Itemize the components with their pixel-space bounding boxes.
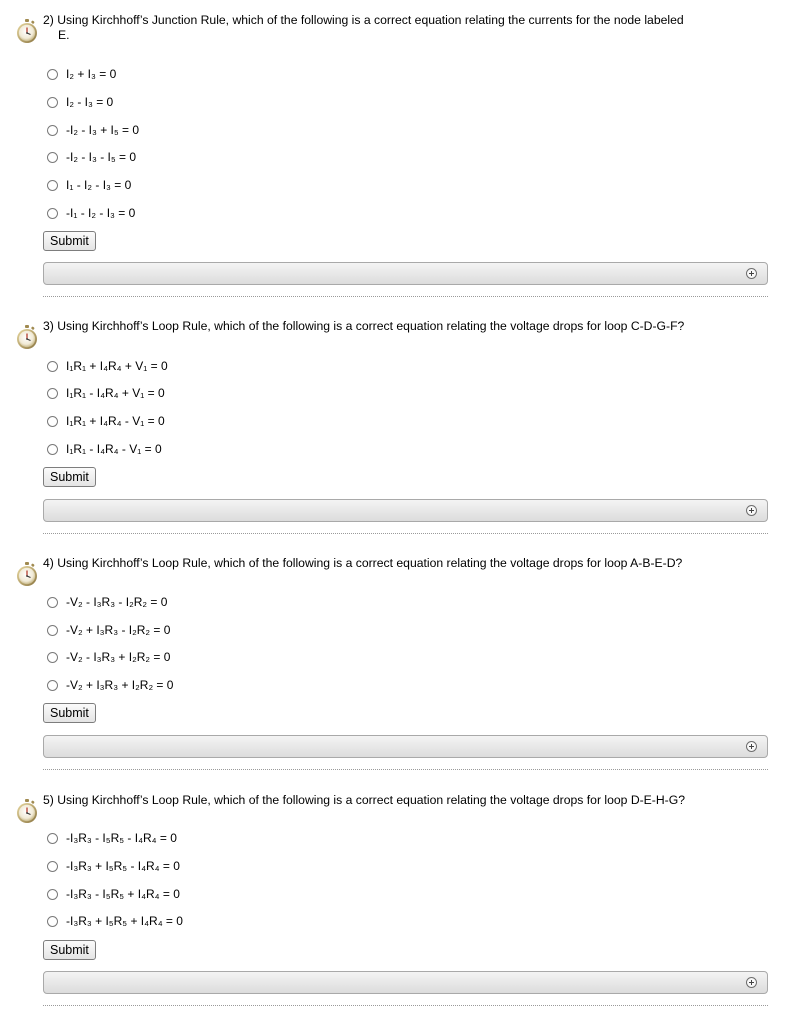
plus-circle-icon[interactable] xyxy=(746,977,757,988)
answer-option[interactable]: I₁R₁ - I₄R₄ - V₁ = 0 xyxy=(47,441,162,457)
divider xyxy=(43,296,768,297)
question-text-line1: 3) Using Kirchhoff’s Loop Rule, which of… xyxy=(43,319,685,333)
plus-circle-icon[interactable] xyxy=(746,268,757,279)
radio-button[interactable] xyxy=(47,888,58,900)
question-text: 3) Using Kirchhoff’s Loop Rule, which of… xyxy=(43,319,773,334)
option-label: -I₁ - I₂ - I₃ = 0 xyxy=(66,206,136,220)
answer-option[interactable]: -I₃R₃ + I₅R₅ + I₄R₄ = 0 xyxy=(47,913,183,929)
radio-button[interactable] xyxy=(47,360,58,372)
radio-button[interactable] xyxy=(47,68,58,80)
radio-button[interactable] xyxy=(47,179,58,191)
stopwatch-icon xyxy=(14,798,40,824)
answer-option[interactable]: I₁R₁ + I₄R₄ + V₁ = 0 xyxy=(47,358,168,374)
radio-button[interactable] xyxy=(47,207,58,219)
question-text: 2) Using Kirchhoff’s Junction Rule, whic… xyxy=(43,13,773,43)
radio-button[interactable] xyxy=(47,915,58,927)
stopwatch-icon xyxy=(14,18,40,44)
option-label: -V₂ - I₃R₃ + I₂R₂ = 0 xyxy=(66,650,171,664)
answer-option[interactable]: -V₂ + I₃R₃ - I₂R₂ = 0 xyxy=(47,622,170,638)
option-label: -V₂ + I₃R₃ + I₂R₂ = 0 xyxy=(66,678,174,692)
feedback-panel[interactable] xyxy=(43,735,768,758)
question-text: 5) Using Kirchhoff’s Loop Rule, which of… xyxy=(43,793,773,808)
radio-button[interactable] xyxy=(47,679,58,691)
option-label: I₁R₁ - I₄R₄ + V₁ = 0 xyxy=(66,386,165,400)
option-label: I₁R₁ + I₄R₄ - V₁ = 0 xyxy=(66,414,165,428)
radio-button[interactable] xyxy=(47,832,58,844)
option-label: -I₃R₃ + I₅R₅ + I₄R₄ = 0 xyxy=(66,914,183,928)
answer-option[interactable]: I₂ - I₃ = 0 xyxy=(47,94,113,110)
plus-circle-icon[interactable] xyxy=(746,505,757,516)
radio-button[interactable] xyxy=(47,96,58,108)
option-label: -V₂ - I₃R₃ - I₂R₂ = 0 xyxy=(66,595,168,609)
divider xyxy=(43,533,768,534)
option-label: I₁R₁ - I₄R₄ - V₁ = 0 xyxy=(66,442,162,456)
answer-option[interactable]: -I₂ - I₃ - I₅ = 0 xyxy=(47,149,136,165)
radio-button[interactable] xyxy=(47,443,58,455)
answer-option[interactable]: -I₁ - I₂ - I₃ = 0 xyxy=(47,205,135,221)
answer-option[interactable]: I₁R₁ + I₄R₄ - V₁ = 0 xyxy=(47,413,165,429)
option-label: -I₃R₃ - I₅R₅ - I₄R₄ = 0 xyxy=(66,831,177,845)
answer-option[interactable]: -V₂ + I₃R₃ + I₂R₂ = 0 xyxy=(47,677,173,693)
radio-button[interactable] xyxy=(47,151,58,163)
question-text-line1: 2) Using Kirchhoff’s Junction Rule, whic… xyxy=(43,13,684,27)
option-label: I₁R₁ + I₄R₄ + V₁ = 0 xyxy=(66,359,168,373)
answer-option[interactable]: I₁ - I₂ - I₃ = 0 xyxy=(47,177,131,193)
feedback-panel[interactable] xyxy=(43,971,768,994)
radio-button[interactable] xyxy=(47,596,58,608)
radio-button[interactable] xyxy=(47,624,58,636)
question-text-line1: 4) Using Kirchhoff’s Loop Rule, which of… xyxy=(43,556,683,570)
answer-option[interactable]: -I₃R₃ + I₅R₅ - I₄R₄ = 0 xyxy=(47,858,180,874)
answer-option[interactable]: -V₂ - I₃R₃ + I₂R₂ = 0 xyxy=(47,649,170,665)
option-label: I₂ + I₃ = 0 xyxy=(66,67,117,81)
option-label: -V₂ + I₃R₃ - I₂R₂ = 0 xyxy=(66,623,171,637)
answer-option[interactable]: -V₂ - I₃R₃ - I₂R₂ = 0 xyxy=(47,594,167,610)
question-text: 4) Using Kirchhoff’s Loop Rule, which of… xyxy=(43,556,773,571)
radio-button[interactable] xyxy=(47,860,58,872)
radio-button[interactable] xyxy=(47,124,58,136)
question-text-line1: 5) Using Kirchhoff’s Loop Rule, which of… xyxy=(43,793,685,807)
feedback-panel[interactable] xyxy=(43,262,768,285)
radio-button[interactable] xyxy=(47,415,58,427)
submit-button[interactable]: Submit xyxy=(43,940,96,960)
feedback-panel[interactable] xyxy=(43,499,768,522)
divider xyxy=(43,769,768,770)
radio-button[interactable] xyxy=(47,651,58,663)
option-label: -I₂ - I₃ - I₅ = 0 xyxy=(66,150,137,164)
answer-option[interactable]: -I₃R₃ - I₅R₅ - I₄R₄ = 0 xyxy=(47,830,177,846)
answer-option[interactable]: -I₃R₃ - I₅R₅ + I₄R₄ = 0 xyxy=(47,886,180,902)
stopwatch-icon xyxy=(14,324,40,350)
divider xyxy=(43,1005,768,1006)
option-label: I₂ - I₃ = 0 xyxy=(66,95,114,109)
option-label: -I₃R₃ - I₅R₅ + I₄R₄ = 0 xyxy=(66,887,180,901)
submit-button[interactable]: Submit xyxy=(43,703,96,723)
question-text-line2: E. xyxy=(58,28,70,42)
stopwatch-icon xyxy=(14,561,40,587)
submit-button[interactable]: Submit xyxy=(43,467,96,487)
answer-option[interactable]: I₁R₁ - I₄R₄ + V₁ = 0 xyxy=(47,385,165,401)
option-label: -I₃R₃ + I₅R₅ - I₄R₄ = 0 xyxy=(66,859,180,873)
plus-circle-icon[interactable] xyxy=(746,741,757,752)
radio-button[interactable] xyxy=(47,387,58,399)
option-label: I₁ - I₂ - I₃ = 0 xyxy=(66,178,132,192)
answer-option[interactable]: -I₂ - I₃ + I₅ = 0 xyxy=(47,122,139,138)
submit-button[interactable]: Submit xyxy=(43,231,96,251)
answer-option[interactable]: I₂ + I₃ = 0 xyxy=(47,66,116,82)
option-label: -I₂ - I₃ + I₅ = 0 xyxy=(66,123,140,137)
